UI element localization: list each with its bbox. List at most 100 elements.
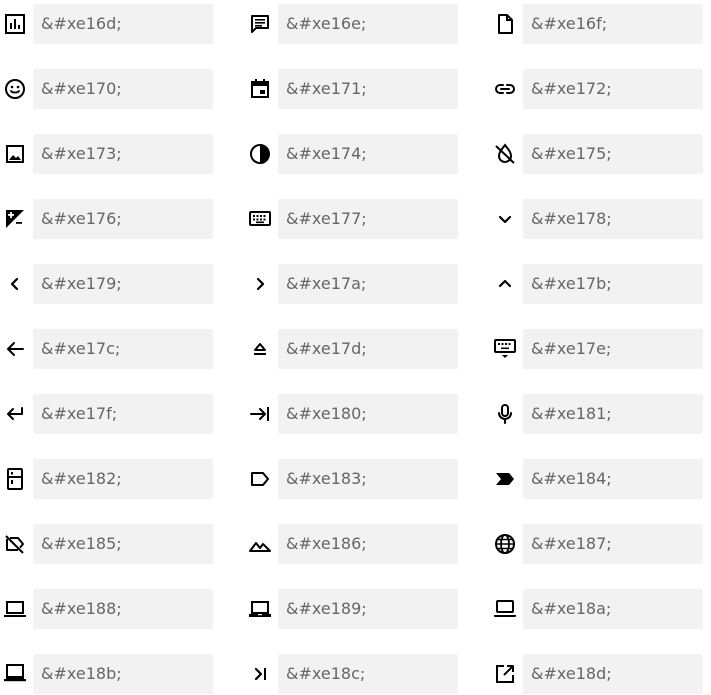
label-off-icon <box>3 532 27 556</box>
icon-code-field[interactable]: &#xe16e; <box>278 4 458 44</box>
chevron-left-icon <box>3 272 27 296</box>
label-icon <box>248 467 272 491</box>
icon-code-field[interactable]: &#xe17b; <box>523 264 703 304</box>
laptop-windows-icon <box>3 662 27 686</box>
landscape-icon <box>248 532 272 556</box>
icon-code-field[interactable]: &#xe16f; <box>523 4 703 44</box>
icon-code-field[interactable]: &#xe188; <box>33 589 213 629</box>
icon-code-field[interactable]: &#xe175; <box>523 134 703 174</box>
icon-entry: &#xe16e; <box>245 4 458 44</box>
icon-entry: &#xe17a; <box>245 264 458 304</box>
icon-code-field[interactable]: &#xe178; <box>523 199 703 239</box>
link-icon <box>493 77 517 101</box>
icon-code-field[interactable]: &#xe16d; <box>33 4 213 44</box>
icon-entry: &#xe188; <box>0 589 213 629</box>
icon-code-field[interactable]: &#xe179; <box>33 264 213 304</box>
icon-code-field[interactable]: &#xe17e; <box>523 329 703 369</box>
icon-code-field[interactable]: &#xe18a; <box>523 589 703 629</box>
return-icon <box>3 402 27 426</box>
icon-code-field[interactable]: &#xe186; <box>278 524 458 564</box>
icon-code-field[interactable]: &#xe177; <box>278 199 458 239</box>
icon-code-field[interactable]: &#xe180; <box>278 394 458 434</box>
smiley-icon <box>3 77 27 101</box>
icon-code-field[interactable]: &#xe183; <box>278 459 458 499</box>
icon-code-field[interactable]: &#xe181; <box>523 394 703 434</box>
image-icon <box>3 142 27 166</box>
icon-code-field[interactable]: &#xe18c; <box>278 654 458 694</box>
icon-entry: &#xe180; <box>245 394 458 434</box>
icon-entry: &#xe16d; <box>0 4 213 44</box>
eject-icon <box>248 337 272 361</box>
icon-entry: &#xe17f; <box>0 394 213 434</box>
globe-icon <box>493 532 517 556</box>
icon-entry: &#xe17e; <box>490 329 703 369</box>
keyboard-hide-icon <box>493 337 517 361</box>
last-page-icon <box>248 662 272 686</box>
icon-entry: &#xe182; <box>0 459 213 499</box>
icon-entry: &#xe170; <box>0 69 213 109</box>
icon-entry: &#xe18c; <box>245 654 458 694</box>
icon-entry: &#xe174; <box>245 134 458 174</box>
icon-code-field[interactable]: &#xe173; <box>33 134 213 174</box>
icon-entry: &#xe178; <box>490 199 703 239</box>
icon-entry: &#xe16f; <box>490 4 703 44</box>
icon-entry: &#xe183; <box>245 459 458 499</box>
icon-code-field[interactable]: &#xe17c; <box>33 329 213 369</box>
icon-code-field[interactable]: &#xe170; <box>33 69 213 109</box>
open-in-new-icon <box>493 662 517 686</box>
comment-icon <box>248 12 272 36</box>
contrast-icon <box>248 142 272 166</box>
icon-code-field[interactable]: &#xe18b; <box>33 654 213 694</box>
icon-grid: &#xe16d; &#xe16e; &#xe16f; &#xe170; &#xe171;… <box>0 0 711 695</box>
icon-entry: &#xe17c; <box>0 329 213 369</box>
laptop-chromebook-icon <box>248 597 272 621</box>
icon-entry: &#xe172; <box>490 69 703 109</box>
icon-entry: &#xe177; <box>245 199 458 239</box>
label-important-icon <box>493 467 517 491</box>
laptop-mac-icon <box>493 597 517 621</box>
icon-code-field[interactable]: &#xe185; <box>33 524 213 564</box>
icon-entry: &#xe175; <box>490 134 703 174</box>
chevron-up-icon <box>493 272 517 296</box>
icon-entry: &#xe176; <box>0 199 213 239</box>
icon-code-field[interactable]: &#xe189; <box>278 589 458 629</box>
icon-code-field[interactable]: &#xe172; <box>523 69 703 109</box>
arrow-left-icon <box>3 337 27 361</box>
chevron-right-icon <box>248 272 272 296</box>
icon-code-field[interactable]: &#xe176; <box>33 199 213 239</box>
icon-entry: &#xe189; <box>245 589 458 629</box>
icon-entry: &#xe186; <box>245 524 458 564</box>
icon-code-field[interactable]: &#xe17a; <box>278 264 458 304</box>
icon-code-field[interactable]: &#xe17d; <box>278 329 458 369</box>
icon-code-field[interactable]: &#xe174; <box>278 134 458 174</box>
icon-code-field[interactable]: &#xe184; <box>523 459 703 499</box>
chevron-down-icon <box>493 207 517 231</box>
icon-entry: &#xe185; <box>0 524 213 564</box>
bar-chart-icon <box>3 12 27 36</box>
ink-off-icon <box>493 142 517 166</box>
icon-code-field[interactable]: &#xe182; <box>33 459 213 499</box>
keyboard-icon <box>248 207 272 231</box>
icon-entry: &#xe181; <box>490 394 703 434</box>
icon-entry: &#xe187; <box>490 524 703 564</box>
exposure-icon <box>3 207 27 231</box>
icon-code-field[interactable]: &#xe17f; <box>33 394 213 434</box>
icon-entry: &#xe171; <box>245 69 458 109</box>
icon-entry: &#xe18a; <box>490 589 703 629</box>
icon-entry: &#xe173; <box>0 134 213 174</box>
laptop-icon <box>3 597 27 621</box>
icon-entry: &#xe17d; <box>245 329 458 369</box>
icon-code-field[interactable]: &#xe187; <box>523 524 703 564</box>
icon-entry: &#xe184; <box>490 459 703 499</box>
icon-entry: &#xe179; <box>0 264 213 304</box>
icon-entry: &#xe18d; <box>490 654 703 694</box>
calendar-icon <box>248 77 272 101</box>
tab-icon <box>248 402 272 426</box>
microphone-icon <box>493 402 517 426</box>
file-icon <box>493 12 517 36</box>
icon-code-field[interactable]: &#xe171; <box>278 69 458 109</box>
icon-entry: &#xe18b; <box>0 654 213 694</box>
icon-code-field[interactable]: &#xe18d; <box>523 654 703 694</box>
kitchen-icon <box>3 467 27 491</box>
icon-entry: &#xe17b; <box>490 264 703 304</box>
